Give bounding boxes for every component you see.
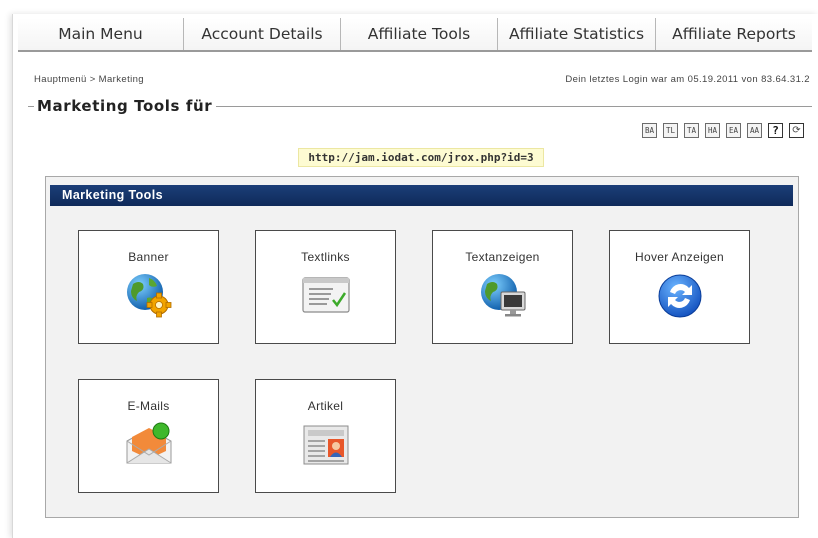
nav-affiliate-tools[interactable]: Affiliate Tools <box>341 18 498 50</box>
last-login-info: Dein letztes Login war am 05.19.2011 von… <box>565 74 810 85</box>
blue-circular-arrows-icon <box>658 274 702 318</box>
tool-label: Textanzeigen <box>465 250 540 264</box>
affiliate-url-link[interactable]: http://jam.iodat.com/jrox.php?id=3 <box>298 148 544 167</box>
banner-ad-icon[interactable]: BA <box>642 123 657 138</box>
hover-ad-icon[interactable]: HA <box>705 123 720 138</box>
textlink-icon[interactable]: TL <box>663 123 678 138</box>
tool-card-textlinks[interactable]: Textlinks <box>255 230 396 344</box>
envelope-add-icon <box>126 422 172 464</box>
tool-label: E-Mails <box>127 399 170 413</box>
nav-main-menu[interactable]: Main Menu <box>18 18 184 50</box>
text-document-check-icon <box>302 277 350 313</box>
page-title: Marketing Tools für <box>34 97 217 115</box>
globe-monitor-icon <box>481 274 526 317</box>
tool-label: Hover Anzeigen <box>635 250 724 264</box>
refresh-icon[interactable]: ⟳ <box>789 123 804 138</box>
nav-affiliate-reports[interactable]: Affiliate Reports <box>656 18 812 50</box>
tool-label: Artikel <box>307 399 344 413</box>
nav-account-details[interactable]: Account Details <box>184 18 341 50</box>
tool-card-emails[interactable]: E-Mails <box>78 379 219 493</box>
tools-toolbar: BA TL TA HA EA AA ? ⟳ <box>642 123 804 138</box>
breadcrumb-home[interactable]: Hauptmenü <box>34 74 87 85</box>
nav-affiliate-statistics[interactable]: Affiliate Statistics <box>498 18 656 50</box>
panel-header: Marketing Tools <box>50 185 793 206</box>
globe-gear-icon <box>127 274 172 318</box>
email-ad-icon[interactable]: EA <box>726 123 741 138</box>
article-ad-icon[interactable]: AA <box>747 123 762 138</box>
tool-label: Banner <box>128 250 169 264</box>
tool-card-artikel[interactable]: Artikel <box>255 379 396 493</box>
breadcrumb-current: Marketing <box>98 74 144 85</box>
newspaper-article-icon <box>303 425 349 465</box>
tool-card-banner[interactable]: Banner <box>78 230 219 344</box>
top-navigation: Main Menu Account Details Affiliate Tool… <box>18 18 812 52</box>
tool-card-textanzeigen[interactable]: Textanzeigen <box>432 230 573 344</box>
tool-label: Textlinks <box>301 250 350 264</box>
tool-card-hover-anzeigen[interactable]: Hover Anzeigen <box>609 230 750 344</box>
breadcrumb: Hauptmenü > Marketing <box>34 74 144 85</box>
textad-icon[interactable]: TA <box>684 123 699 138</box>
breadcrumb-separator: > <box>89 74 96 85</box>
help-icon[interactable]: ? <box>768 123 783 138</box>
